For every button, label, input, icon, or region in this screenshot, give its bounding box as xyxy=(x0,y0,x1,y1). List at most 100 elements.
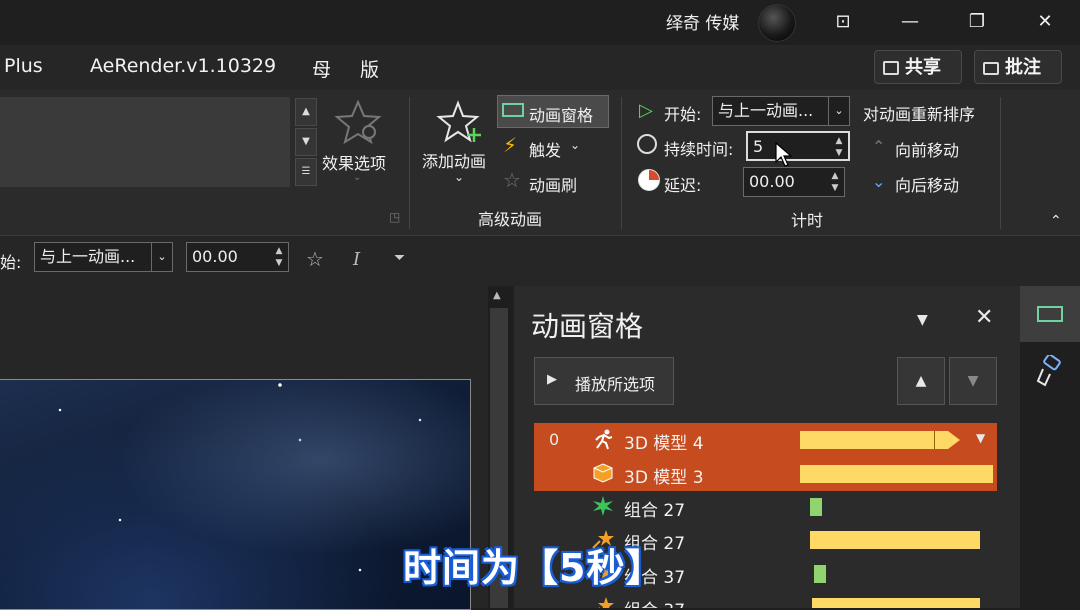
animation-pane-label: 动画窗格 xyxy=(529,106,594,125)
italic-icon[interactable]: I xyxy=(353,249,360,270)
timeline-bar[interactable] xyxy=(810,498,822,516)
chevron-down-icon: ⌄ xyxy=(151,243,172,271)
maximize-button[interactable]: ❐ xyxy=(960,8,994,36)
minimize-button[interactable]: — xyxy=(893,8,927,36)
delay-icon xyxy=(638,169,660,191)
ribbon-divider xyxy=(621,97,622,229)
spin-up-icon[interactable]: ▲ xyxy=(273,246,285,256)
comment-icon xyxy=(983,62,999,75)
spin-up-icon[interactable]: ▲ xyxy=(829,171,841,181)
toolbar-start-value: 与上一动画... xyxy=(40,247,136,266)
close-window-button[interactable]: ✕ xyxy=(1028,8,1062,36)
item-options-icon[interactable]: ▼ xyxy=(976,431,985,445)
spin-down-icon[interactable]: ▼ xyxy=(833,148,845,158)
collapse-ribbon-icon[interactable]: ⌃ xyxy=(1050,213,1062,229)
list-item[interactable]: 组合 27 xyxy=(534,490,997,524)
timeline-marker xyxy=(934,431,935,449)
toolbar-start-label: 始: xyxy=(0,253,22,272)
effect-star-icon[interactable]: ☆ xyxy=(306,247,324,271)
menu-tab-mu[interactable]: 母 xyxy=(312,55,331,82)
scroll-up-icon[interactable]: ▲ xyxy=(493,290,501,301)
lightning-icon: ⚡ xyxy=(503,133,518,157)
trigger-button[interactable]: 触发 xyxy=(529,137,561,161)
list-item[interactable]: 组合 37 xyxy=(534,590,997,608)
animation-item-label: 组合 27 xyxy=(624,501,686,521)
timeline-bar[interactable] xyxy=(810,531,980,549)
duration-input[interactable]: 5 ▲ ▼ xyxy=(746,131,850,161)
advanced-animation-group-label: 高级动画 xyxy=(478,210,543,229)
animation-item-label: 3D 模型 3 xyxy=(624,468,704,488)
animation-pane-button[interactable]: 动画窗格 xyxy=(497,95,609,128)
list-item[interactable]: 0 3D 模型 4 ▼ xyxy=(534,423,997,457)
effect-options-label: 效果选项 xyxy=(322,154,387,173)
ribbon-display-options-button[interactable]: ⊡ xyxy=(826,8,860,36)
menu-tab-plus[interactable]: Plus xyxy=(4,55,43,77)
animation-gallery[interactable] xyxy=(0,97,290,187)
chevron-up-icon: ⌃ xyxy=(872,137,886,156)
play-selected-label: 播放所选项 xyxy=(575,375,656,394)
comments-button[interactable]: 批注 xyxy=(974,50,1062,84)
toolbar-delay-value: 00.00 xyxy=(192,247,238,266)
close-pane-icon[interactable]: ✕ xyxy=(975,305,993,330)
timeline-bar[interactable] xyxy=(814,565,826,583)
list-item[interactable]: 3D 模型 3 xyxy=(534,457,997,491)
gallery-more-button[interactable]: ☰ xyxy=(295,158,317,186)
play-selected-button[interactable]: ▶ 播放所选项 xyxy=(534,357,674,405)
gallery-scroll-down-button[interactable]: ▼ xyxy=(295,128,317,156)
animation-item-label: 3D 模型 4 xyxy=(624,434,704,454)
avatar[interactable] xyxy=(758,4,796,42)
move-down-button[interactable]: ▼ xyxy=(949,357,997,405)
comments-label: 批注 xyxy=(1005,57,1041,78)
format-painter-icon[interactable] xyxy=(1035,353,1065,393)
timeline-bar[interactable] xyxy=(812,598,980,608)
animation-order-number: 0 xyxy=(549,430,560,449)
move-earlier-button[interactable]: 向前移动 xyxy=(895,137,959,161)
clock-icon xyxy=(637,134,657,154)
timeline-bar[interactable] xyxy=(800,465,993,483)
user-name: 绎奇 传媒 xyxy=(666,14,740,34)
slide-canvas[interactable] xyxy=(0,379,471,610)
delay-input[interactable]: 00.00 ▲ ▼ xyxy=(743,167,845,197)
animation-pane-icon xyxy=(502,103,524,117)
effect-options-icon xyxy=(333,99,383,145)
animation-painter-icon: ☆ xyxy=(503,168,521,192)
gallery-scroll-up-button[interactable]: ▲ xyxy=(295,98,317,126)
burst-icon xyxy=(593,496,613,516)
ribbon-divider xyxy=(1000,97,1001,229)
spin-down-icon[interactable]: ▼ xyxy=(273,258,285,268)
delay-input-value: 00.00 xyxy=(749,172,795,191)
star-fly-icon xyxy=(598,597,614,608)
chevron-down-icon: ⌄ xyxy=(454,170,465,184)
toolbar-start-select[interactable]: 与上一动画... ⌄ xyxy=(34,242,173,272)
spin-down-icon[interactable]: ▼ xyxy=(829,183,841,193)
animation-painter-button[interactable]: 动画刷 xyxy=(529,172,577,196)
animation-item-label: 组合 37 xyxy=(624,596,685,608)
duration-input-value: 5 xyxy=(753,137,764,156)
duration-label: 持续时间: xyxy=(664,140,734,159)
share-label: 共享 xyxy=(905,57,941,78)
move-up-button[interactable]: ▲ xyxy=(897,357,945,405)
toolbar-delay-input[interactable]: 00.00 ▲ ▼ xyxy=(186,242,289,272)
animation-pane-title: 动画窗格 xyxy=(531,310,644,343)
dialog-launcher-icon[interactable]: ◳ xyxy=(389,210,400,224)
reorder-label: 对动画重新排序 xyxy=(863,105,976,124)
animation-pane-icon xyxy=(1037,306,1063,322)
delay-label: 延迟: xyxy=(664,176,702,195)
add-animation-button[interactable]: 添加动画 ⌄ xyxy=(418,96,502,196)
start-select[interactable]: 与上一动画... ⌄ xyxy=(712,96,850,126)
timing-group-label: 计时 xyxy=(791,211,824,230)
menu-tab-aerender[interactable]: AeRender.v1.10329 xyxy=(90,55,276,77)
chevron-down-icon: ⌄ xyxy=(570,138,581,152)
customize-toolbar-icon[interactable]: ⏷ xyxy=(394,250,405,266)
animation-pane-toggle-button[interactable] xyxy=(1020,286,1080,342)
move-later-button[interactable]: 向后移动 xyxy=(895,172,959,196)
menu-tab-ban[interactable]: 版 xyxy=(360,55,379,82)
start-select-value: 与上一动画... xyxy=(718,101,814,120)
timeline-bar[interactable] xyxy=(800,431,948,449)
share-button[interactable]: 共享 xyxy=(874,50,962,84)
pane-options-icon[interactable]: ▼ xyxy=(917,312,928,328)
share-icon xyxy=(883,61,899,75)
spin-up-icon[interactable]: ▲ xyxy=(833,136,845,146)
add-animation-label: 添加动画 xyxy=(422,152,487,171)
timeline-arrow xyxy=(948,431,960,449)
